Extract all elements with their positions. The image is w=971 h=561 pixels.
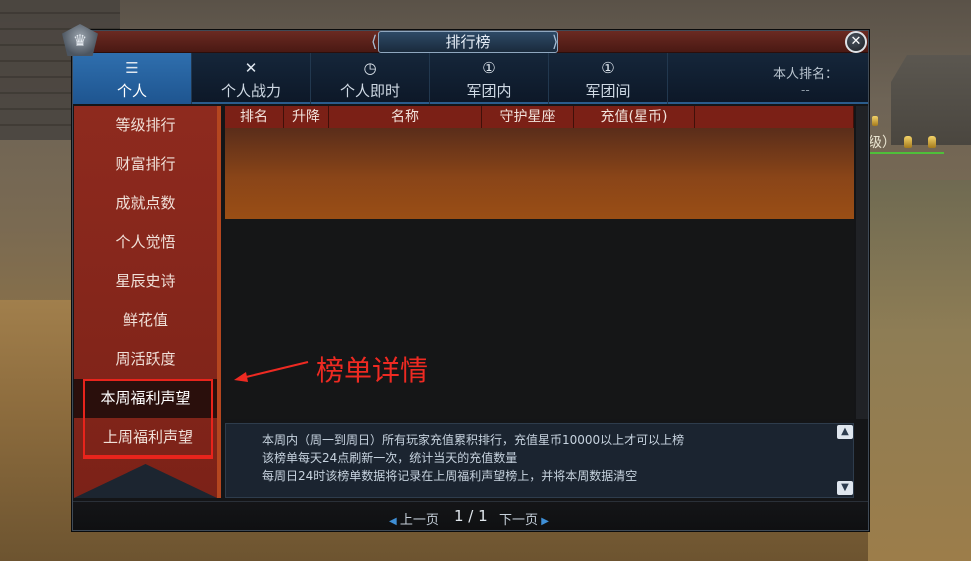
annotation-label: 榜单详情	[316, 354, 429, 387]
sidebar-item-achievement[interactable]: 成就点数	[74, 184, 217, 223]
tab-personal-power[interactable]: ✕ 个人战力	[192, 53, 311, 104]
pagination: ◀ 上一页 1 / 1 下一页 ▶	[73, 501, 868, 530]
next-page-button[interactable]: 下一页 ▶	[499, 509, 549, 528]
plaque-left-ornament: ⟨	[371, 32, 378, 51]
prev-page-button[interactable]: ◀ 上一页	[389, 509, 439, 528]
leaderboard-window: ☰ 个人 ✕ 个人战力 ◷ 个人即时 ① 军团内 ① 军团间 本人排名： -- …	[72, 30, 869, 531]
annotation-arrow	[234, 361, 309, 382]
column-header-name[interactable]: 名称	[329, 106, 482, 128]
tab-legion-internal[interactable]: ① 军团内	[430, 53, 549, 104]
tab-label: 个人	[116, 82, 147, 100]
sidebar-item-awareness[interactable]: 个人觉悟	[74, 223, 217, 262]
description-line: 该榜单每天24点刷新一次，统计当天的充值数量	[262, 451, 518, 465]
world-badge-icon	[904, 136, 912, 148]
world-badge-icon	[872, 116, 878, 126]
sidebar-item-wealth[interactable]: 财富排行	[74, 145, 217, 184]
scroll-up-button[interactable]: ▲	[837, 425, 853, 439]
column-header-recharge[interactable]: 充值(星币)	[574, 106, 695, 128]
plaque-right-ornament: ⟩	[552, 32, 559, 51]
category-sidebar: 等级排行 财富排行 成就点数 个人觉悟 星辰史诗 鲜花值 周活跃度 本周福利声望…	[74, 106, 221, 498]
tab-label: 军团间	[585, 82, 631, 100]
sidebar-item-star-epic[interactable]: 星辰史诗	[74, 262, 217, 301]
close-button[interactable]: ✕	[845, 31, 867, 53]
caret-right-icon: ▶	[538, 516, 549, 527]
sidebar-item-last-week-welfare[interactable]: 上周福利声望	[83, 418, 213, 457]
caret-left-icon: ◀	[389, 516, 400, 527]
tab-label: 军团内	[466, 82, 512, 100]
sidebar-arrow-decoration	[74, 464, 217, 498]
page-indicator: 1 / 1	[454, 507, 488, 525]
tab-personal[interactable]: ☰ 个人	[73, 53, 192, 104]
description-scrollbar: ▲ ▼	[837, 423, 853, 498]
sidebar-item-flowers[interactable]: 鲜花值	[74, 301, 217, 340]
prev-page-label: 上一页	[399, 513, 439, 528]
description-panel: 本周内（周一到周日）所有玩家充值累积排行，充值星币10000以上才可以上榜 该榜…	[225, 423, 854, 498]
sidebar-item-weekly-activity[interactable]: 周活跃度	[74, 340, 217, 379]
world-badge-icon	[928, 136, 936, 148]
legion-icon: ①	[482, 59, 496, 77]
tab-label: 个人战力	[220, 82, 281, 100]
description-line: 本周内（周一到周日）所有玩家充值累积排行，充值星币10000以上才可以上榜	[262, 433, 685, 447]
legion-versus-icon: ①	[601, 59, 615, 77]
background-tower	[891, 55, 971, 145]
tab-label: 个人即时	[339, 82, 400, 100]
window-title: 排行榜	[378, 31, 558, 53]
next-page-label: 下一页	[499, 513, 539, 528]
column-header-rank[interactable]: 排名	[225, 106, 284, 128]
table-row[interactable]	[225, 128, 854, 219]
list-icon: ☰	[125, 59, 139, 77]
table-scrollbar[interactable]	[856, 106, 868, 419]
tab-personal-realtime[interactable]: ◷ 个人即时	[311, 53, 430, 104]
swords-icon: ✕	[244, 59, 258, 77]
column-header-change[interactable]: 升降	[284, 106, 329, 128]
scroll-down-button[interactable]: ▼	[837, 481, 853, 495]
world-health-bar	[868, 152, 944, 154]
column-header-constellation[interactable]: 守护星座	[482, 106, 574, 128]
close-icon: ✕	[850, 34, 862, 49]
tab-legion-versus[interactable]: ① 军团间	[549, 53, 668, 104]
world-player-label: 级）	[868, 135, 896, 151]
description-line: 每周日24时该榜单数据将记录在上周福利声望榜上，并将本周数据清空	[262, 469, 638, 483]
background-ground-right	[868, 180, 971, 561]
my-rank-value: --	[801, 83, 810, 97]
tab-bar: ☰ 个人 ✕ 个人战力 ◷ 个人即时 ① 军团内 ① 军团间 本人排名： --	[73, 53, 868, 104]
clock-icon: ◷	[363, 59, 377, 77]
column-header-empty	[695, 106, 854, 128]
sidebar-item-level[interactable]: 等级排行	[74, 106, 217, 145]
my-rank-label: 本人排名：	[773, 67, 839, 82]
sidebar-item-this-week-welfare[interactable]: 本周福利声望	[74, 379, 217, 418]
